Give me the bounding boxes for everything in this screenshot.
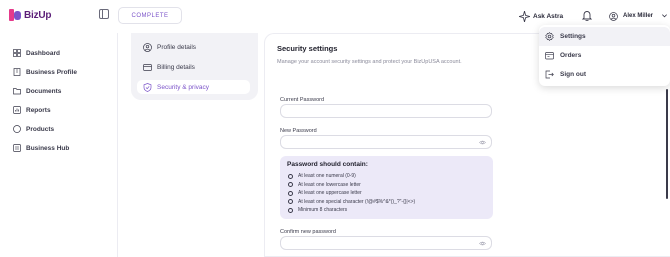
password-rule: At least one uppercase letter <box>288 190 362 196</box>
sidebar-item-reports[interactable]: Reports <box>13 103 51 117</box>
sidebar-item-business-hub[interactable]: Business Hub <box>13 141 69 155</box>
password-rule: Minimum 8 characters <box>288 207 347 213</box>
subnav-item-label: Billing details <box>157 63 195 71</box>
menu-item-label: Sign out <box>560 71 586 78</box>
password-requirements: Password should contain: At least one nu… <box>280 156 493 219</box>
shield-icon <box>143 82 152 92</box>
user-dropdown-menu: Settings Orders Sign out <box>539 25 670 86</box>
rule-text: Minimum 8 characters <box>298 207 348 213</box>
page-subtitle: Manage your account security settings an… <box>277 59 462 65</box>
rule-status-icon <box>288 190 293 196</box>
menu-item-label: Orders <box>560 52 582 59</box>
settings-subnav: Profile details Billing details Security… <box>131 33 258 100</box>
rule-text: At least one lowercase letter <box>298 181 361 188</box>
menu-item-label: Settings <box>560 33 586 40</box>
sidebar-item-label: Business Hub <box>26 144 70 152</box>
gear-icon <box>545 32 554 41</box>
sidebar-item-label: Dashboard <box>26 49 60 57</box>
logo-text: BizUp <box>24 9 52 21</box>
bizup-logo-icon <box>9 9 21 21</box>
rule-status-icon <box>288 182 293 187</box>
current-password-field[interactable] <box>280 104 492 118</box>
box-icon <box>13 125 21 133</box>
sidebar-item-business-profile[interactable]: Business Profile <box>13 65 77 79</box>
building-icon <box>13 68 21 76</box>
sidebar-item-label: Business Profile <box>26 68 77 76</box>
ask-astra-button[interactable]: Ask Astra <box>519 8 567 24</box>
notification-bell-icon[interactable] <box>582 10 592 21</box>
content-scrollbar[interactable] <box>666 89 668 199</box>
chevron-down-icon <box>662 14 667 18</box>
subnav-item-security-privacy[interactable]: Security & privacy <box>137 80 250 94</box>
password-requirements-title: Password should contain: <box>287 161 368 168</box>
eye-icon[interactable] <box>479 240 486 247</box>
user-circle-icon <box>143 42 152 52</box>
sidebar-toggle-icon[interactable] <box>99 9 109 19</box>
menu-item-settings[interactable]: Settings <box>539 27 670 46</box>
new-password-field[interactable] <box>280 135 492 149</box>
sidebar-item-products[interactable]: Products <box>13 122 54 136</box>
hub-icon <box>13 144 21 152</box>
password-rule: At least one lowercase letter <box>288 182 361 188</box>
confirm-password-label: Confirm new password <box>280 229 336 235</box>
rule-status-icon <box>288 207 293 213</box>
subnav-item-label: Profile details <box>157 43 197 51</box>
menu-item-orders[interactable]: Orders <box>539 46 670 65</box>
orders-icon <box>545 52 554 60</box>
rule-status-icon <box>288 173 293 179</box>
sidebar-item-label: Products <box>26 125 55 133</box>
main-sidebar: Dashboard Business Profile Documents Rep… <box>0 33 118 257</box>
sidebar-item-label: Reports <box>26 106 51 114</box>
user-menu-button[interactable]: Alex Miller <box>609 8 670 24</box>
card-icon <box>143 63 152 71</box>
rule-text: At least one numeral (0-9) <box>298 173 356 179</box>
sign-out-icon <box>545 70 554 79</box>
rule-text: At least one uppercase letter <box>298 190 362 196</box>
user-avatar-icon <box>609 11 618 21</box>
confirm-password-field[interactable] <box>280 236 492 250</box>
current-password-label: Current Password <box>280 97 325 103</box>
rule-text: At least one special character (!@#$%^&*… <box>298 198 416 205</box>
password-rule: At least one special character (!@#$%^&*… <box>288 199 415 205</box>
bizup-logo[interactable]: BizUp <box>9 9 52 21</box>
subnav-item-profile-details[interactable]: Profile details <box>137 40 250 54</box>
new-password-label: New Password <box>280 128 317 134</box>
rule-status-icon <box>288 199 293 204</box>
user-name: Alex Miller <box>623 13 654 19</box>
sidebar-item-label: Documents <box>26 87 62 95</box>
folder-icon <box>13 88 21 95</box>
grid-icon <box>13 49 21 57</box>
sparkle-icon <box>519 10 530 22</box>
menu-item-sign-out[interactable]: Sign out <box>539 65 670 84</box>
page-title: Security settings <box>277 44 338 53</box>
subnav-item-billing-details[interactable]: Billing details <box>137 60 250 74</box>
password-rule: At least one numeral (0-9) <box>288 173 356 179</box>
subnav-item-label: Security & privacy <box>157 83 210 91</box>
sidebar-item-documents[interactable]: Documents <box>13 84 61 98</box>
eye-icon[interactable] <box>479 139 486 146</box>
onboarding-status-button[interactable]: COMPLETE <box>118 7 182 24</box>
report-icon <box>13 106 21 114</box>
sidebar-item-dashboard[interactable]: Dashboard <box>13 46 60 60</box>
ask-astra-label: Ask Astra <box>533 12 564 20</box>
